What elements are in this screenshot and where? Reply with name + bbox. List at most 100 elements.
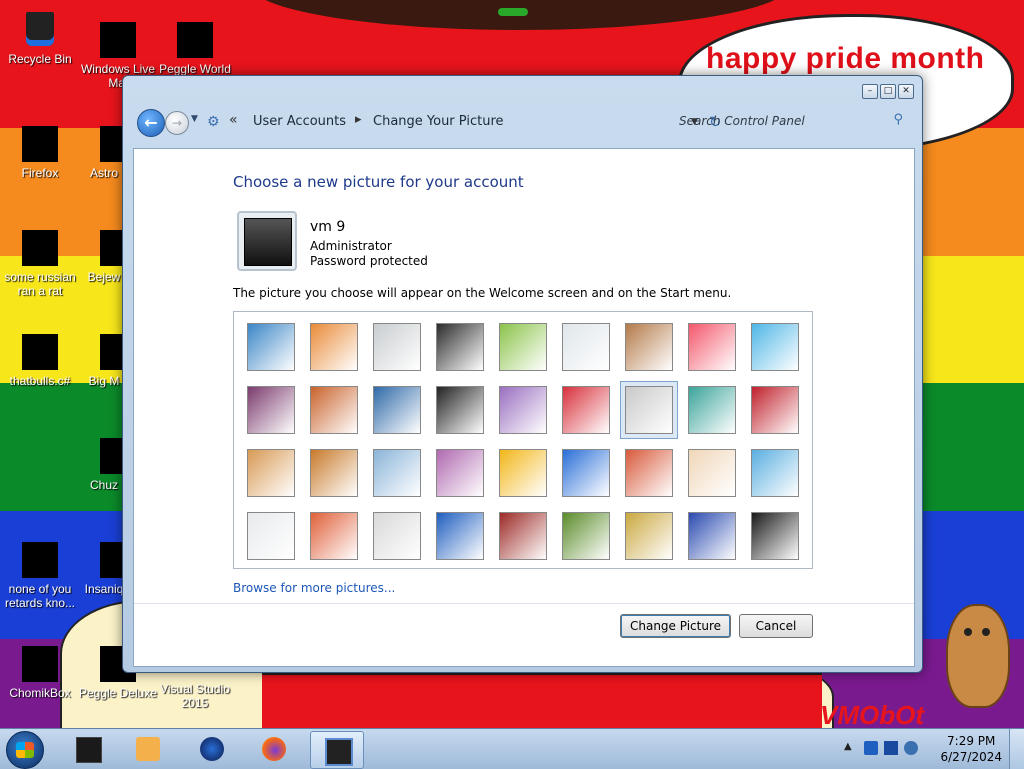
picture-thumb-doll[interactable] [688,449,736,497]
globe-icon [200,737,224,761]
browse-more-pictures-link[interactable]: Browse for more pictures... [233,581,395,595]
cancel-button[interactable]: Cancel [739,614,813,638]
desktop-icon-label: Peggle Deluxe [78,686,158,700]
minimize-button[interactable]: – [862,84,878,99]
breadcrumb-user-accounts[interactable]: User Accounts [253,114,346,129]
hamster-eye-left [964,628,972,636]
desktop-icon-label: Recycle Bin [8,52,72,66]
picture-thumb-roller-coaster[interactable] [247,323,295,371]
control-panel-window-icon [325,738,353,766]
picture-thumb-crayons[interactable] [499,386,547,434]
picture-thumb-marbles[interactable] [373,512,421,560]
desktop-icon-peggle-world[interactable]: Peggle World [155,22,235,76]
desktop-icon-none-of-you[interactable]: none of you retards kno... [0,542,80,610]
show-hidden-icons[interactable]: ▲ [844,741,852,752]
breadcrumb-arrow-icon[interactable]: ▸ [355,112,362,127]
forward-button[interactable]: → [165,111,189,135]
picture-thumb-butterfly[interactable] [562,512,610,560]
wallpaper-figure-eye [498,8,528,16]
picture-thumb-sunflower[interactable] [499,449,547,497]
desktop-icon-some-russian[interactable]: some russian ran a rat [0,230,80,298]
desktop-icon-recycle-bin[interactable]: Recycle Bin [0,8,80,66]
taskbar: ▲ 7:29 PM 6/27/2024 [0,728,1024,769]
back-button[interactable]: ← [137,109,165,137]
system-tray: ▲ 7:29 PM 6/27/2024 [838,729,1024,769]
divider [134,603,914,604]
picture-thumb-fabric[interactable] [310,386,358,434]
taskbar-button-firefox[interactable] [248,731,300,767]
network-icon[interactable] [884,741,898,755]
picture-thumb-dog[interactable] [436,386,484,434]
picture-thumb-pattern[interactable] [499,512,547,560]
picture-thumb-leaf[interactable] [373,386,421,434]
search-icon[interactable]: ⚲ [893,112,903,127]
picture-thumb-ferris-wheel[interactable] [751,323,799,371]
volume-icon[interactable] [904,741,918,755]
picture-thumb-gyroscope[interactable] [562,323,610,371]
recent-pages-dropdown-icon[interactable]: ▼ [191,114,198,124]
taskbar-button-control-panel[interactable] [310,731,364,769]
desktop-icon-label: some russian ran a rat [4,270,76,298]
picture-thumb-soccer-ball[interactable] [247,512,295,560]
action-center-icon[interactable] [864,741,878,755]
speech-bubble-text: happy pride month [706,42,985,75]
hamster-image [946,604,1010,708]
picture-thumb-stairs[interactable] [688,386,736,434]
picture-thumb-record-player[interactable] [436,323,484,371]
account-password-status: Password protected [310,254,428,268]
windows-logo-icon [16,742,34,758]
desktop-icon-label: Visual Studio 2015 [160,682,230,710]
picture-thumb-flower[interactable] [688,323,736,371]
desktop-icon-visual-studio[interactable]: Visual Studio 2015 [155,682,235,710]
account-type: Administrator [310,239,392,253]
start-button[interactable] [6,731,44,769]
picture-thumb-shell[interactable] [625,512,673,560]
breadcrumb-overflow-icon[interactable]: « [229,112,238,128]
picture-thumb-jacks[interactable] [625,386,673,434]
picture-grid [233,311,813,569]
picture-thumb-sailboat[interactable] [751,449,799,497]
picture-thumb-robot-toy[interactable] [373,323,421,371]
close-button[interactable]: ✕ [898,84,914,99]
navigation-bar: ← → ▼ ⚙ « User Accounts ▸ Change Your Pi… [133,106,912,138]
redacted-app-icon [22,646,58,682]
picture-description: The picture you choose will appear on th… [233,286,732,300]
picture-thumb-current-picture[interactable] [751,512,799,560]
account-name: vm 9 [310,219,346,235]
picture-thumb-stripes[interactable] [310,512,358,560]
wallpaper-watermark: VMObOt [820,700,924,730]
page-title: Choose a new picture for your account [233,173,524,191]
picture-thumb-red-star[interactable] [562,386,610,434]
desktop-icon-chomikbox[interactable]: ChomikBox [0,646,80,700]
picture-thumb-guitar[interactable] [247,449,295,497]
change-picture-button[interactable]: Change Picture [620,614,731,638]
picture-thumb-origami-crane[interactable] [751,386,799,434]
desktop-icon-thatbulls[interactable]: thatbulls.c# [0,334,80,388]
taskbar-button-globe[interactable] [186,731,238,767]
picture-thumb-lucky-cat[interactable] [499,323,547,371]
address-bar[interactable]: ⚙ « User Accounts ▸ Change Your Picture … [203,108,722,136]
picture-thumb-puppy[interactable] [310,449,358,497]
maximize-button[interactable]: □ [880,84,896,99]
clock[interactable]: 7:29 PM 6/27/2024 [940,733,1002,765]
taskbar-button-app1[interactable] [62,731,114,767]
control-panel-icon: ⚙ [207,114,220,130]
picture-thumb-ball[interactable] [247,386,295,434]
picture-thumb-fish[interactable] [562,449,610,497]
picture-thumb-tin-robot[interactable] [373,449,421,497]
picture-thumb-scarves[interactable] [436,449,484,497]
taskbar-button-media[interactable] [122,731,174,767]
search-control-panel-input[interactable]: Search Control Panel ⚲ [669,108,909,134]
show-desktop-button[interactable] [1009,729,1024,769]
search-placeholder: Search Control Panel [679,114,805,128]
desktop-icon-label: Firefox [21,166,59,180]
picture-thumb-lighthouse[interactable] [688,512,736,560]
desktop-icon-firefox[interactable]: Firefox [0,126,80,180]
picture-thumb-window[interactable] [436,512,484,560]
clock-time: 7:29 PM [947,734,996,748]
content-pane: Choose a new picture for your account vm… [133,148,915,667]
picture-thumb-kitten[interactable] [625,323,673,371]
picture-thumb-balloon[interactable] [625,449,673,497]
breadcrumb-change-your-picture[interactable]: Change Your Picture [373,114,504,129]
picture-thumb-starfish[interactable] [310,323,358,371]
